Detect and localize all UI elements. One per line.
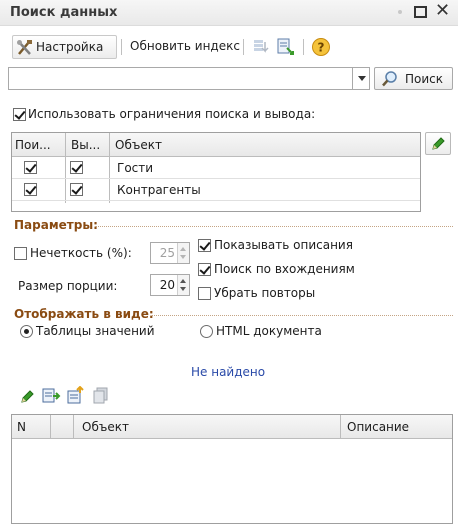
column-header-object[interactable]: Объект	[82, 420, 129, 434]
close-icon[interactable]: ✕	[435, 1, 450, 21]
row-output-checkbox[interactable]	[70, 183, 83, 196]
table-row[interactable]: Контрагенты	[12, 179, 420, 201]
row-object-name: Гости	[117, 161, 154, 175]
output-list-icon[interactable]	[276, 37, 296, 57]
settings-label: Настройка	[36, 40, 104, 54]
pencil-icon[interactable]	[20, 389, 35, 404]
arrow-down-icon	[180, 255, 186, 259]
table-header: Пои... Вы... Объект	[12, 133, 420, 157]
search-button-label: Поиск	[405, 72, 444, 86]
portion-size-stepper[interactable]: 20	[150, 274, 190, 296]
copy-icon[interactable]	[92, 387, 110, 405]
fuzzy-label: Нечеткость (%):	[30, 246, 132, 260]
radio-table-view[interactable]	[20, 325, 33, 338]
results-table: N Объект Описание	[11, 414, 453, 524]
toolbar-separator	[303, 39, 304, 55]
show-descriptions-checkbox[interactable]	[198, 239, 211, 252]
fuzzy-value: 25	[159, 246, 175, 260]
row-object-name: Контрагенты	[117, 183, 201, 197]
display-section-title: Отображать в виде:	[14, 307, 154, 321]
column-divider	[73, 415, 74, 439]
search-data-window: Поиск данных ✕ Настройка Обновить индекс	[0, 0, 458, 530]
radio-table-view-label: Таблицы значений	[36, 324, 155, 338]
arrow-down-icon	[180, 287, 186, 291]
pencil-icon	[432, 137, 445, 150]
svg-text:?: ?	[318, 41, 325, 55]
edit-restrictions-button[interactable]	[425, 132, 451, 155]
radio-html-view-label: HTML документа	[216, 324, 322, 338]
column-divider	[340, 415, 341, 439]
load-list-icon[interactable]	[66, 386, 86, 405]
column-header-number[interactable]: N	[17, 420, 26, 434]
column-header-description[interactable]: Описание	[347, 420, 409, 434]
arrow-up-icon	[180, 247, 186, 251]
search-icon	[382, 71, 397, 87]
column-header-object[interactable]: Объект	[115, 138, 162, 152]
remove-duplicates-checkbox[interactable]	[198, 287, 211, 300]
tools-icon	[17, 40, 32, 55]
section-divider	[152, 315, 453, 316]
search-occurrences-checkbox[interactable]	[198, 263, 211, 276]
table-header: N Объект Описание	[12, 415, 452, 439]
restrictions-table: Пои... Вы... Объект Гости Контрагенты	[11, 132, 421, 212]
update-index-button[interactable]: Обновить индекс	[130, 39, 240, 53]
row-search-checkbox[interactable]	[24, 183, 37, 196]
column-header-search[interactable]: Пои...	[15, 138, 51, 152]
show-descriptions-label: Показывать описания	[214, 238, 353, 252]
radio-html-view[interactable]	[200, 325, 213, 338]
toolbar-separator	[121, 39, 122, 55]
stepper-arrows[interactable]	[177, 243, 189, 263]
remove-duplicates-label: Убрать повторы	[214, 286, 316, 300]
parameters-section-title: Параметры:	[14, 218, 98, 232]
search-button[interactable]: Поиск	[374, 67, 453, 90]
section-divider	[95, 226, 453, 227]
search-input[interactable]	[8, 67, 370, 90]
fuzzy-checkbox[interactable]	[14, 247, 27, 260]
use-restrictions-label: Использовать ограничения поиска и вывода…	[28, 107, 316, 121]
help-icon[interactable]: ?	[311, 37, 331, 57]
chevron-down-icon	[358, 76, 366, 81]
pin-icon[interactable]	[398, 10, 402, 14]
maximize-icon[interactable]	[414, 6, 427, 18]
table-row[interactable]: Гости	[12, 157, 420, 179]
title-bar: Поиск данных ✕	[0, 0, 458, 26]
portion-size-value: 20	[159, 278, 175, 292]
column-divider	[50, 415, 51, 439]
stepper-arrows[interactable]	[177, 275, 189, 295]
use-restrictions-checkbox[interactable]	[13, 108, 26, 121]
search-history-dropdown[interactable]	[352, 67, 370, 90]
search-occurrences-label: Поиск по вхождениям	[214, 262, 355, 276]
search-status-text: Не найдено	[191, 365, 266, 379]
portion-size-label: Размер порции:	[18, 279, 118, 293]
column-header-output[interactable]: Вы...	[71, 138, 100, 152]
arrow-up-icon	[180, 279, 186, 283]
export-list-icon[interactable]	[41, 387, 61, 405]
toolbar: Настройка Обновить индекс ?	[0, 35, 458, 59]
move-down-icon[interactable]	[252, 38, 270, 56]
settings-button[interactable]: Настройка	[12, 35, 117, 59]
window-title: Поиск данных	[10, 5, 118, 20]
toolbar-separator	[243, 39, 244, 55]
row-output-checkbox[interactable]	[70, 161, 83, 174]
fuzzy-percent-stepper[interactable]: 25	[150, 242, 190, 264]
row-search-checkbox[interactable]	[24, 161, 37, 174]
